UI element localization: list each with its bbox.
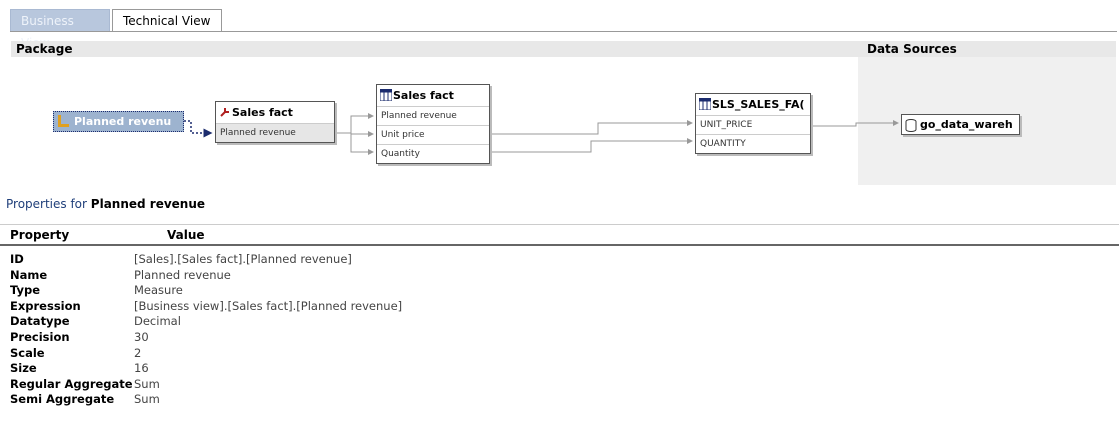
table-row[interactable]: Datatype Decimal	[0, 314, 1119, 330]
tab-business-view[interactable]: Business View	[10, 9, 110, 50]
properties-table: ID [Sales].[Sales fact].[Planned revenue]…	[0, 252, 1119, 408]
query-item-planned-revenue[interactable]: Planned revenu	[53, 111, 184, 132]
box-row[interactable]: QUANTITY	[696, 134, 810, 153]
table-row[interactable]: ID [Sales].[Sales fact].[Planned revenue]	[0, 252, 1119, 268]
sls-sales-fact-box[interactable]: SLS_SALES_FA( UNIT_PRICE QUANTITY	[695, 93, 811, 154]
sales-fact-business-box[interactable]: Sales fact Planned revenue	[215, 101, 335, 143]
box-row[interactable]: Planned revenue	[216, 123, 334, 142]
lineage-header: Package Data Sources	[11, 41, 1116, 57]
shortcut-arrow-icon	[220, 108, 229, 117]
box-title: SLS_SALES_FA(	[712, 98, 805, 111]
property-column-header: Property	[10, 228, 70, 242]
table-row[interactable]: Scale 2	[0, 346, 1119, 362]
package-heading: Package	[16, 42, 73, 56]
table-icon	[699, 98, 711, 110]
view-tabbar: Business View Technical View	[0, 0, 1119, 50]
table-row[interactable]: Size 16	[0, 361, 1119, 377]
properties-header: Property Value	[0, 224, 1119, 246]
datasource-box[interactable]: go_data_wareh	[901, 114, 1020, 135]
tab-divider	[10, 31, 1117, 32]
table-row[interactable]: Expression [Business view].[Sales fact].[…	[0, 299, 1119, 315]
box-row[interactable]: Planned revenue	[377, 106, 489, 125]
box-row[interactable]: Unit price	[377, 125, 489, 144]
table-icon	[380, 89, 392, 101]
box-row[interactable]: UNIT_PRICE	[696, 115, 810, 134]
table-row[interactable]: Precision 30	[0, 330, 1119, 346]
table-row[interactable]: Type Measure	[0, 283, 1119, 299]
properties-title: Properties for Planned revenue	[6, 197, 206, 211]
box-row[interactable]: Quantity	[377, 144, 489, 163]
sales-fact-model-box[interactable]: Sales fact Planned revenue Unit price Qu…	[376, 84, 490, 164]
tab-technical-view[interactable]: Technical View	[112, 9, 222, 31]
table-row[interactable]: Regular Aggregate Sum	[0, 377, 1119, 393]
query-item-label: Planned revenu	[74, 115, 172, 128]
table-row[interactable]: Semi Aggregate Sum	[0, 392, 1119, 408]
lineage-diagram: Planned revenu Sales fact Planned revenu…	[11, 57, 1116, 185]
box-title: Sales fact	[232, 106, 293, 119]
table-row[interactable]: Name Planned revenue	[0, 268, 1119, 284]
datasource-name: go_data_wareh	[920, 118, 1013, 131]
database-icon	[905, 119, 917, 132]
data-sources-heading: Data Sources	[867, 42, 957, 56]
measure-icon	[58, 115, 69, 127]
value-column-header: Value	[167, 228, 205, 242]
box-title: Sales fact	[393, 89, 454, 102]
